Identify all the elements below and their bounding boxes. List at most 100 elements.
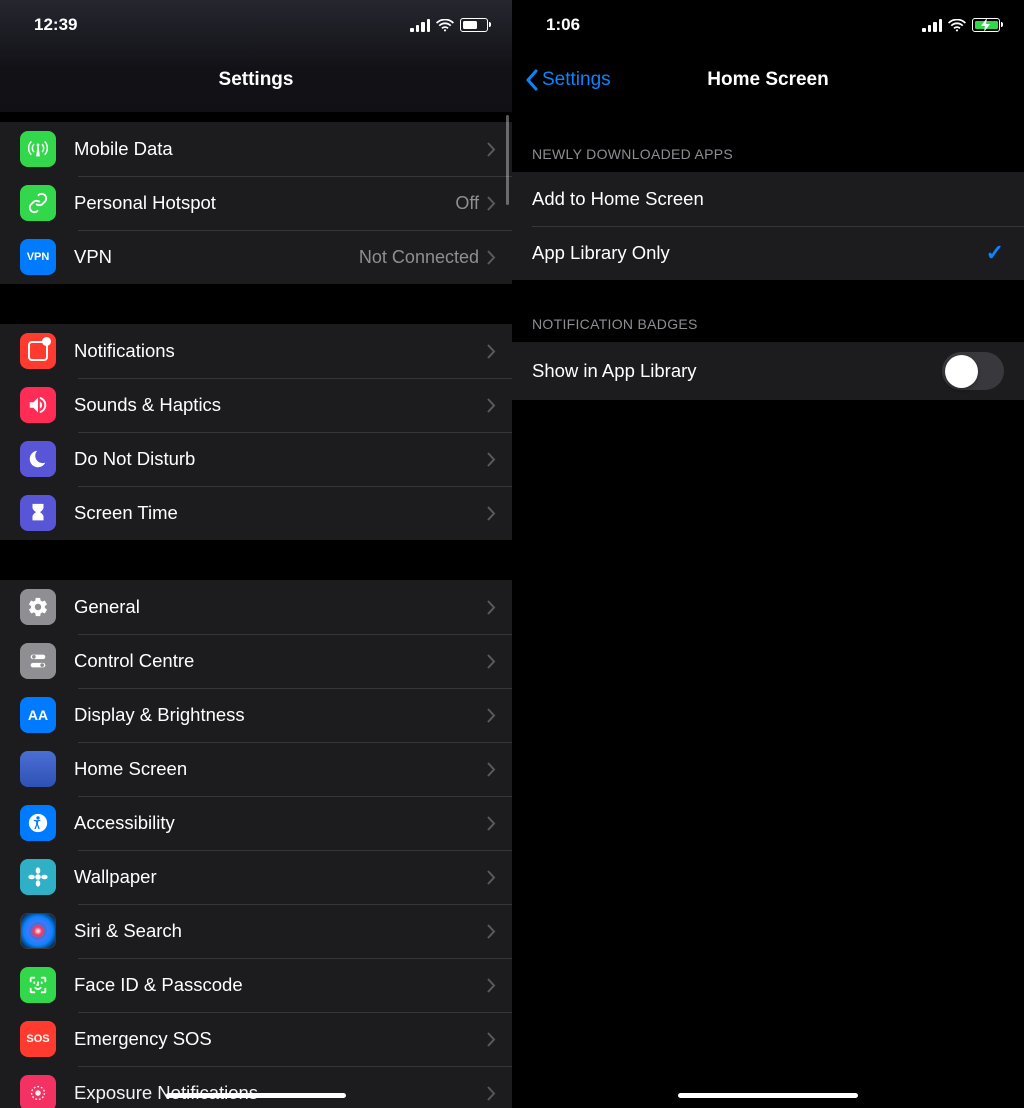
row-label: Do Not Disturb bbox=[74, 448, 487, 470]
row-label: Emergency SOS bbox=[74, 1028, 487, 1050]
wifi-icon bbox=[948, 19, 966, 32]
chevron-right-icon bbox=[487, 196, 496, 211]
checkmark-icon: ✓ bbox=[986, 240, 1004, 266]
sos-icon: SOS bbox=[20, 1021, 56, 1057]
link-icon bbox=[20, 185, 56, 221]
nav-bar: Settings bbox=[0, 50, 512, 110]
toggle-switch[interactable] bbox=[942, 352, 1004, 390]
exposure-icon bbox=[20, 1075, 56, 1108]
siri-icon bbox=[20, 913, 56, 949]
settings-screen: 12:39 Settings Mobile Data bbox=[0, 0, 512, 1108]
accessibility-icon bbox=[20, 805, 56, 841]
hourglass-icon bbox=[20, 495, 56, 531]
vpn-icon: VPN bbox=[20, 239, 56, 275]
row-label: Accessibility bbox=[74, 812, 487, 834]
battery-charging-icon bbox=[972, 18, 1000, 32]
speaker-icon bbox=[20, 387, 56, 423]
notification-badges-section: Show in App Library bbox=[512, 342, 1024, 400]
settings-row-control-centre[interactable]: Control Centre bbox=[0, 634, 512, 688]
page-title: Home Screen bbox=[707, 69, 828, 91]
row-label: Siri & Search bbox=[74, 920, 487, 942]
cellular-signal-icon bbox=[922, 19, 942, 32]
chevron-right-icon bbox=[487, 250, 496, 265]
settings-row-mobile-data[interactable]: Mobile Data bbox=[0, 122, 512, 176]
gear-icon bbox=[20, 589, 56, 625]
row-label: Control Centre bbox=[74, 650, 487, 672]
status-indicators bbox=[922, 18, 1000, 32]
status-time: 1:06 bbox=[546, 15, 922, 35]
back-button[interactable]: Settings bbox=[524, 69, 611, 91]
row-label: Display & Brightness bbox=[74, 704, 487, 726]
text-size-icon: AA bbox=[20, 697, 56, 733]
row-label: Wallpaper bbox=[74, 866, 487, 888]
settings-row-personal-hotspot[interactable]: Personal Hotspot Off bbox=[0, 176, 512, 230]
settings-row-sos[interactable]: SOS Emergency SOS bbox=[0, 1012, 512, 1066]
settings-row-vpn[interactable]: VPN VPN Not Connected bbox=[0, 230, 512, 284]
settings-row-home-screen[interactable]: Home Screen bbox=[0, 742, 512, 796]
home-indicator[interactable] bbox=[678, 1093, 858, 1098]
settings-row-dnd[interactable]: Do Not Disturb bbox=[0, 432, 512, 486]
settings-row-accessibility[interactable]: Accessibility bbox=[0, 796, 512, 850]
chevron-right-icon bbox=[487, 816, 496, 831]
chevron-right-icon bbox=[487, 600, 496, 615]
page-title: Settings bbox=[219, 69, 294, 91]
settings-row-general[interactable]: General bbox=[0, 580, 512, 634]
option-add-to-home-screen[interactable]: Add to Home Screen bbox=[512, 172, 1024, 226]
option-label: App Library Only bbox=[532, 242, 986, 264]
settings-row-notifications[interactable]: Notifications bbox=[0, 324, 512, 378]
chevron-right-icon bbox=[487, 506, 496, 521]
content-area: NEWLY DOWNLOADED APPS Add to Home Screen… bbox=[512, 110, 1024, 400]
chevron-right-icon bbox=[487, 708, 496, 723]
settings-row-screen-time[interactable]: Screen Time bbox=[0, 486, 512, 540]
apps-grid-icon bbox=[20, 751, 56, 787]
settings-row-wallpaper[interactable]: Wallpaper bbox=[0, 850, 512, 904]
newly-downloaded-section: Add to Home Screen App Library Only ✓ bbox=[512, 172, 1024, 280]
status-time: 12:39 bbox=[34, 15, 410, 35]
settings-row-sounds[interactable]: Sounds & Haptics bbox=[0, 378, 512, 432]
toggle-row-show-in-app-library[interactable]: Show in App Library bbox=[512, 342, 1024, 400]
faceid-icon bbox=[20, 967, 56, 1003]
chevron-right-icon bbox=[487, 654, 496, 669]
nav-bar: Settings Home Screen bbox=[512, 50, 1024, 110]
scroll-indicator[interactable] bbox=[506, 115, 509, 205]
settings-list[interactable]: Mobile Data Personal Hotspot Off VPN VPN… bbox=[0, 112, 512, 1108]
home-screen-settings: 1:06 Settings Home Screen NEWLY DOWNLOAD… bbox=[512, 0, 1024, 1108]
notification-icon bbox=[20, 333, 56, 369]
settings-row-faceid[interactable]: Face ID & Passcode bbox=[0, 958, 512, 1012]
wifi-icon bbox=[436, 19, 454, 32]
settings-row-exposure[interactable]: Exposure Notifications bbox=[0, 1066, 512, 1108]
row-detail-value: Off bbox=[455, 193, 479, 214]
row-label: Sounds & Haptics bbox=[74, 394, 487, 416]
switches-icon bbox=[20, 643, 56, 679]
status-bar: 1:06 bbox=[512, 0, 1024, 50]
chevron-right-icon bbox=[487, 924, 496, 939]
flower-icon bbox=[20, 859, 56, 895]
status-indicators bbox=[410, 18, 488, 32]
home-indicator[interactable] bbox=[166, 1093, 346, 1098]
row-label: VPN bbox=[74, 246, 359, 268]
chevron-right-icon bbox=[487, 344, 496, 359]
toggle-label: Show in App Library bbox=[532, 360, 942, 382]
battery-icon bbox=[460, 18, 488, 32]
row-label: Notifications bbox=[74, 340, 487, 362]
row-label: Mobile Data bbox=[74, 138, 487, 160]
settings-row-display[interactable]: AA Display & Brightness bbox=[0, 688, 512, 742]
chevron-right-icon bbox=[487, 762, 496, 777]
row-label: Screen Time bbox=[74, 502, 487, 524]
chevron-right-icon bbox=[487, 398, 496, 413]
chevron-right-icon bbox=[487, 1086, 496, 1101]
settings-row-siri[interactable]: Siri & Search bbox=[0, 904, 512, 958]
chevron-right-icon bbox=[487, 142, 496, 157]
cellular-signal-icon bbox=[410, 19, 430, 32]
status-bar: 12:39 bbox=[0, 0, 512, 50]
chevron-right-icon bbox=[487, 978, 496, 993]
option-label: Add to Home Screen bbox=[532, 188, 1004, 210]
back-label: Settings bbox=[542, 69, 611, 91]
option-app-library-only[interactable]: App Library Only ✓ bbox=[512, 226, 1024, 280]
section-header-notification-badges: NOTIFICATION BADGES bbox=[512, 280, 1024, 342]
chevron-right-icon bbox=[487, 870, 496, 885]
row-label: Face ID & Passcode bbox=[74, 974, 487, 996]
moon-icon bbox=[20, 441, 56, 477]
antenna-icon bbox=[20, 131, 56, 167]
chevron-right-icon bbox=[487, 452, 496, 467]
